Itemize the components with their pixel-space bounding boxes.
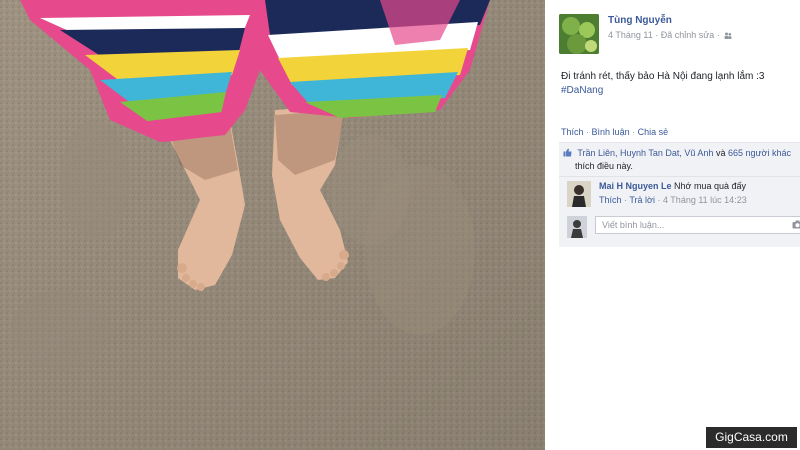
friends-icon[interactable] [724,32,732,40]
camera-icon[interactable] [792,220,800,229]
comment-item: Mai H Nguyen Le Nhớ mua quà đấy Thích · … [567,181,800,213]
sand-feet-image [0,0,545,450]
author-name[interactable]: Tùng Nguyễn [608,15,672,26]
edited-label[interactable]: Đã chỉnh sửa [661,30,715,40]
post-photo[interactable] [0,0,545,450]
comment-like-link[interactable]: Thích [599,195,622,205]
comment-text: Nhớ mua quà đấy [674,181,746,191]
post-header: Tùng Nguyễn 4 Tháng 11 · Đã chỉnh sửa · [559,14,799,54]
share-link[interactable]: Chia sẻ [638,127,669,137]
commenter-name[interactable]: Mai H Nguyen Le [599,181,672,191]
reply-row: Viết bình luận... [567,216,800,240]
post-date[interactable]: 4 Tháng 11 [608,30,653,40]
comment-input-placeholder: Viết bình luận... [602,220,665,230]
post-actions: Thích · Bình luận · Chia sẻ [561,127,669,137]
author-avatar[interactable] [559,14,599,54]
comment-reply-link[interactable]: Trả lời [629,195,655,205]
divider [559,176,800,177]
post-panel: Tùng Nguyễn 4 Tháng 11 · Đã chỉnh sửa · … [545,0,800,450]
thumbs-up-icon [563,148,572,157]
viewer-avatar [567,216,587,238]
post-text: Đi tránh rét, thấy bảo Hà Nội đang lạnh … [561,71,765,82]
post-body: Đi tránh rét, thấy bảo Hà Nội đang lạnh … [561,70,764,98]
likes-summary: Trần Liên, Huynh Tan Dat, Vũ Anh và 665 … [563,147,800,173]
commenter-avatar[interactable] [567,181,591,207]
hashtag-link[interactable]: #DaNang [561,84,764,98]
commenter-avatar-image [567,181,591,207]
comment-link[interactable]: Bình luận [592,127,630,137]
comment-input[interactable]: Viết bình luận... [595,216,800,234]
viewer-avatar-image [567,216,587,238]
likers-others[interactable]: 665 người khác [728,148,791,158]
avatar-image [559,14,599,54]
liker-names[interactable]: Trần Liên, Huynh Tan Dat, Vũ Anh [577,148,713,158]
comment-body: Mai H Nguyen Le Nhớ mua quà đấy [599,181,746,191]
like-link[interactable]: Thích [561,127,584,137]
watermark: GigCasa.com [706,427,797,448]
post-meta: 4 Tháng 11 · Đã chỉnh sửa · [608,30,732,40]
comment-meta: Thích · Trả lời · 4 Tháng 11 lúc 14:23 [599,195,747,205]
feedback-box: Trần Liên, Huynh Tan Dat, Vũ Anh và 665 … [559,142,800,247]
comment-time[interactable]: 4 Tháng 11 lúc 14:23 [663,195,747,205]
